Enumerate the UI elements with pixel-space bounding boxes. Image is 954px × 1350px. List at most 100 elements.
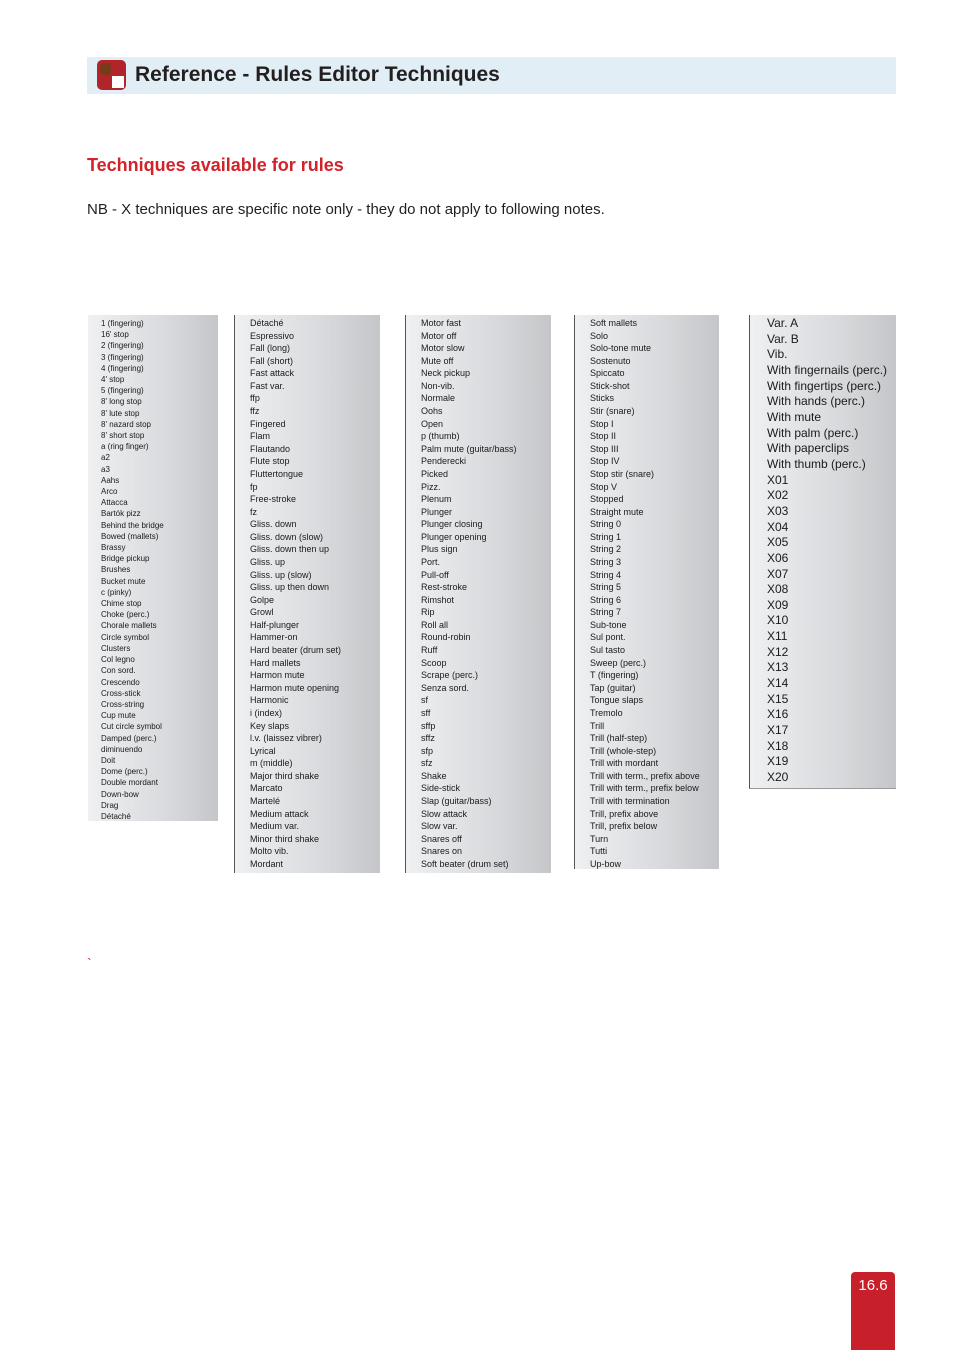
technique-item: Pizz.: [421, 481, 441, 492]
technique-item: Gliss. down (slow): [250, 531, 324, 542]
technique-item: X17: [767, 723, 789, 738]
technique-item: Bucket mute: [101, 576, 146, 586]
page-title: Reference - Rules Editor Techniques: [135, 63, 500, 86]
technique-item: Scrape (perc.): [421, 670, 479, 681]
technique-item: p (thumb): [421, 431, 460, 442]
technique-item: Tutti: [590, 846, 608, 857]
technique-item: X03: [767, 503, 789, 518]
technique-item: T (fingering): [590, 670, 639, 681]
technique-item: X04: [767, 519, 789, 534]
technique-item: With fingertips (perc.): [767, 378, 882, 393]
technique-item: Sul pont.: [590, 632, 626, 643]
technique-item: Sostenuto: [590, 355, 631, 366]
technique-item: ffp: [250, 393, 260, 404]
technique-item: Harmon mute opening: [250, 682, 340, 693]
technique-item: fp: [250, 481, 258, 492]
technique-item: Golpe: [250, 594, 275, 605]
technique-item: Slow attack: [421, 808, 468, 819]
technique-item: sfp: [421, 745, 434, 756]
technique-item: Port.: [421, 556, 441, 567]
technique-item: Shake: [421, 770, 447, 781]
technique-item: Pull-off: [421, 569, 449, 580]
technique-item: Round-robin: [421, 632, 471, 643]
technique-item: Sweep (perc.): [590, 657, 647, 668]
technique-item: Chime stop: [101, 599, 142, 609]
technique-item: 1 (fingering): [101, 319, 144, 328]
technique-item: Molto vib.: [250, 846, 289, 857]
technique-item: Rip: [421, 607, 435, 618]
technique-item: Growl: [250, 607, 274, 618]
technique-item: Bartók pizz: [101, 509, 141, 519]
technique-item: Non-vib.: [421, 380, 455, 391]
technique-item: 8' nazard stop: [101, 419, 152, 429]
technique-item: a2: [101, 453, 110, 463]
technique-item: Fast attack: [250, 368, 295, 379]
technique-item: Roll all: [421, 619, 449, 630]
technique-item: Straight mute: [590, 506, 644, 517]
technique-item: Lyrical: [250, 745, 276, 756]
technique-item: Oohs: [421, 406, 443, 417]
technique-item: X13: [767, 660, 789, 675]
technique-item: l.v. (laissez vibrer): [250, 733, 322, 744]
technique-item: Fluttertongue: [250, 468, 304, 479]
technique-item: Motor fast: [421, 318, 462, 328]
app-logo-icon: [97, 60, 126, 90]
technique-list-5: Var. A Var. B Vib. With fingernails (perc.)…: [749, 315, 896, 789]
technique-item: Plunger: [421, 506, 453, 517]
technique-item: Plus sign: [421, 544, 458, 555]
technique-item: Dome (perc.): [101, 767, 148, 777]
technique-item: With palm (perc.): [767, 425, 859, 440]
technique-item: Chorale mallets: [101, 621, 157, 631]
technique-item: Motor slow: [421, 343, 465, 354]
technique-item: Tongue slaps: [590, 695, 644, 706]
technique-item: Flautando: [250, 443, 291, 454]
technique-item: X12: [767, 644, 789, 659]
technique-item: Slap (guitar/bass): [421, 795, 492, 806]
technique-item: With paperclips: [767, 441, 850, 456]
stray-mark: `: [87, 955, 92, 971]
technique-item: Espressivo: [250, 330, 295, 341]
technique-item: Behind the bridge: [101, 520, 164, 530]
technique-item: Cut circle symbol: [101, 722, 162, 732]
technique-item: X06: [767, 550, 789, 565]
technique-item: Bridge pickup: [101, 554, 150, 564]
technique-item: 8' short stop: [101, 431, 145, 441]
technique-item: Scoop: [421, 657, 447, 668]
technique-item: Crescendo: [101, 677, 140, 687]
technique-item: Stopped: [590, 494, 624, 505]
technique-item: String 2: [590, 544, 622, 555]
technique-item: X14: [767, 676, 789, 691]
technique-item: 4 (fingering): [101, 363, 144, 373]
technique-item: Trill: [590, 720, 605, 731]
technique-item: Rimshot: [421, 594, 455, 605]
technique-item: Down-bow: [101, 789, 139, 799]
technique-item: Trill, prefix below: [590, 821, 658, 832]
technique-list-3: Motor fast Motor off Motor slow Mute off Nec…: [405, 315, 551, 873]
technique-item: Martelé: [250, 795, 281, 806]
technique-item: Rest-stroke: [421, 582, 468, 593]
section-title: Techniques available for rules: [87, 155, 344, 175]
technique-item: Aahs: [101, 475, 120, 485]
technique-item: String 4: [590, 569, 622, 580]
technique-item: Solo: [590, 330, 609, 341]
technique-item: Vib.: [767, 347, 788, 362]
technique-item: Snares off: [421, 833, 462, 844]
technique-item: Clusters: [101, 643, 131, 653]
technique-item: String 7: [590, 607, 622, 618]
technique-item: Trill with termination: [590, 795, 670, 806]
technique-item: Cup mute: [101, 711, 136, 721]
technique-item: 8' lute stop: [101, 408, 140, 418]
technique-item: X10: [767, 613, 789, 628]
technique-item: Stop IV: [590, 456, 620, 467]
technique-item: X16: [767, 707, 789, 722]
technique-item: Plunger opening: [421, 531, 487, 542]
technique-item: X09: [767, 597, 789, 612]
technique-item: sff: [421, 707, 431, 718]
technique-item: Stir (snare): [590, 406, 635, 417]
technique-item: X08: [767, 582, 789, 597]
technique-item: a (ring finger): [101, 442, 149, 452]
technique-item: sffp: [421, 720, 436, 731]
technique-item: Arco: [101, 487, 118, 497]
technique-item: X02: [767, 488, 789, 503]
technique-item: diminuendo: [101, 744, 143, 754]
